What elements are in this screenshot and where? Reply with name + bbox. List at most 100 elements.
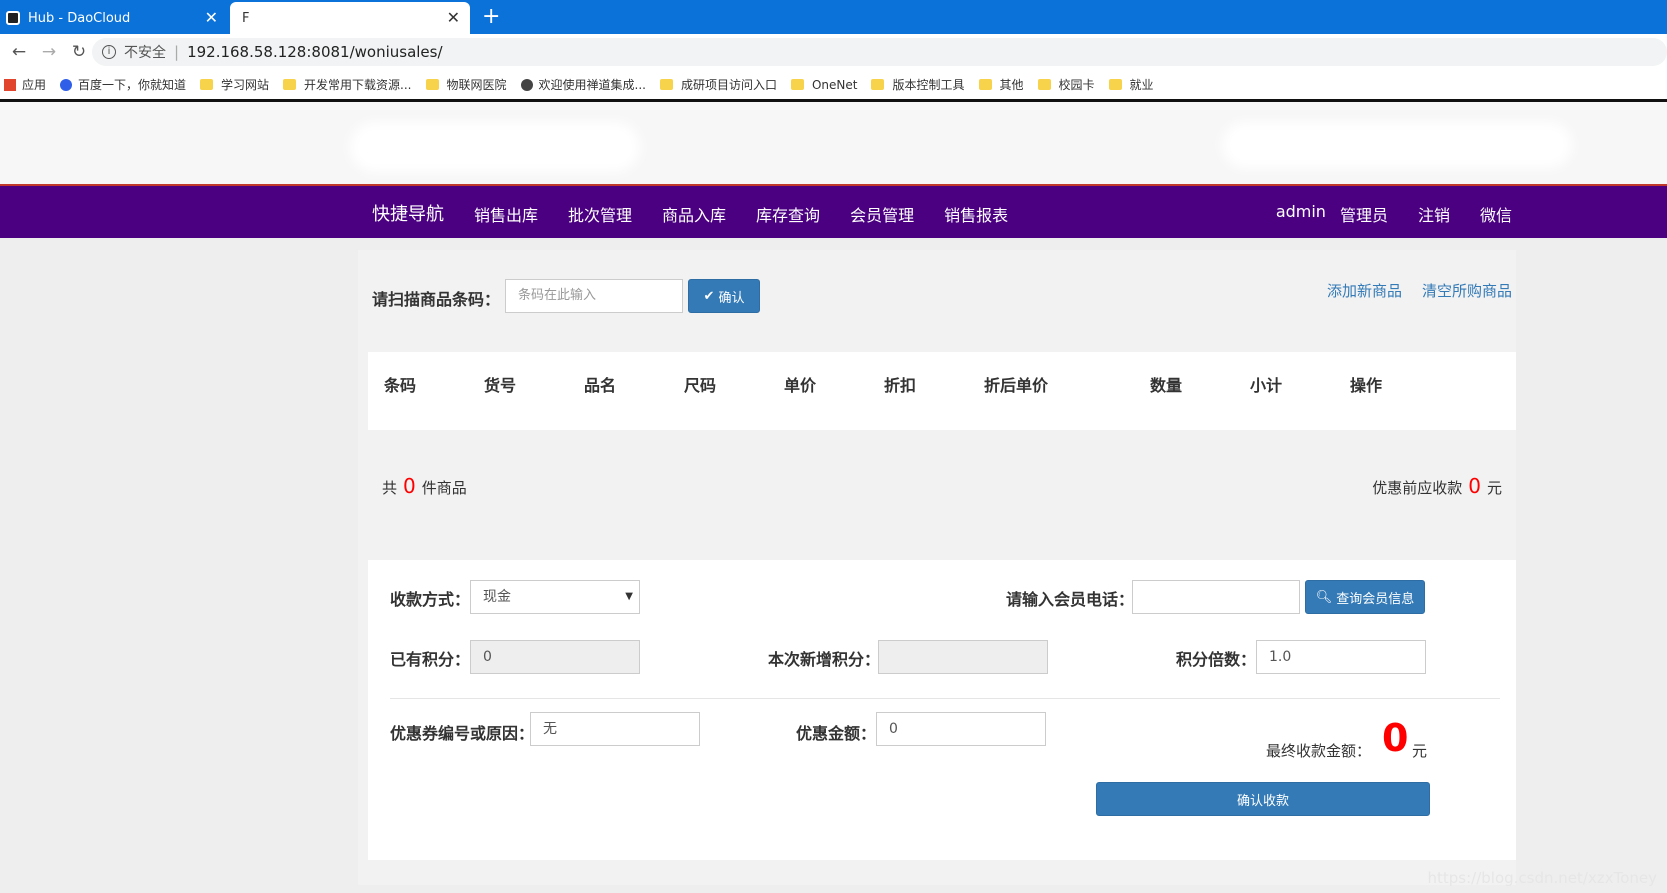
logout-link[interactable]: 注销 (1418, 202, 1450, 226)
wechat-link[interactable]: 微信 (1480, 202, 1512, 226)
barcode-input[interactable]: 条码在此输入 (505, 279, 683, 313)
final-amount-value: 0 (1382, 716, 1409, 760)
column-header: 单价 (784, 376, 817, 395)
bookmark-folder[interactable]: 学习网站 (200, 76, 269, 93)
confirm-barcode-button[interactable]: ✔ 确认 (688, 279, 760, 313)
address-bar: ← → ↻ i 不安全 | 192.168.58.128:8081/wonius… (0, 34, 1667, 70)
scan-label: 请扫描商品条码： (372, 290, 501, 309)
coupon-input[interactable]: 无 (530, 712, 700, 746)
info-icon[interactable]: i (102, 45, 116, 59)
discount-input[interactable]: 0 (876, 712, 1046, 746)
nav-brand[interactable]: 快捷导航 (372, 200, 444, 226)
bookmark-label: 欢迎使用禅道集成... (538, 78, 646, 92)
bookmark-folder[interactable]: 成研项目访问入口 (659, 76, 777, 93)
button-label: 查询会员信息 (1336, 591, 1415, 607)
add-product-link[interactable]: 添加新商品 (1327, 280, 1402, 301)
bookmark-folder[interactable]: OneNet (790, 77, 858, 92)
bookmark-label: OneNet (811, 77, 858, 92)
currency-unit: 元 (1486, 479, 1502, 497)
nav-item-stock-in[interactable]: 商品入库 (662, 202, 726, 226)
button-label: 确认 (718, 290, 745, 306)
bookmark-label: 开发常用下载资源... (304, 78, 412, 92)
folder-icon (978, 79, 992, 90)
existing-points-label: 已有积分： (390, 650, 471, 669)
check-icon: ✔ (703, 288, 715, 304)
close-tab-icon[interactable]: ✕ (205, 8, 218, 27)
bookmark-folder[interactable]: 其他 (978, 76, 1024, 93)
close-tab-icon[interactable]: ✕ (447, 8, 460, 27)
main-nav: 快捷导航 销售出库 批次管理 商品入库 库存查询 会员管理 销售报表 admin… (0, 186, 1667, 238)
folder-icon (790, 79, 804, 90)
member-phone-label: 请输入会员电话： (1006, 590, 1135, 609)
nav-right: admin 管理员 注销 微信 (1276, 202, 1512, 226)
back-icon[interactable]: ← (8, 42, 30, 62)
bookmark-folder[interactable]: 开发常用下载资源... (283, 76, 412, 93)
item-count: 共 0 件商品 (382, 474, 467, 498)
sales-panel: 请扫描商品条码： 条码在此输入 ✔ 确认 添加新商品 清空所购商品 条码 货号 … (358, 250, 1516, 885)
new-points-label: 本次新增积分： (768, 650, 881, 669)
points-multiplier-label: 积分倍数： (1176, 650, 1257, 669)
payment-method-select[interactable]: 现金 ▼ (470, 580, 640, 614)
divider (390, 698, 1500, 699)
bookmark-folder[interactable]: 校园卡 (1037, 76, 1095, 93)
query-member-button[interactable]: 🔍︎ 查询会员信息 (1305, 580, 1425, 614)
column-header: 折后单价 (984, 376, 1049, 395)
nav-item-inventory[interactable]: 库存查询 (756, 202, 820, 226)
browser-tab-daocloud[interactable]: Hub - DaoCloud ✕ (0, 2, 228, 34)
bookmark-label: 其他 (999, 78, 1024, 92)
daocloud-favicon-icon (6, 11, 20, 25)
pre-discount-value: 0 (1468, 474, 1481, 498)
url-field[interactable]: i 不安全 | 192.168.58.128:8081/woniusales/ (92, 38, 1667, 66)
bookmark-apps[interactable]: 应用 (4, 76, 46, 93)
blurred-banner (1222, 122, 1572, 168)
bookmark-folder[interactable]: 物联网医院 (425, 76, 507, 93)
count-prefix: 共 (382, 479, 398, 497)
forward-icon[interactable]: → (38, 42, 60, 62)
folder-icon (283, 79, 297, 90)
new-tab-icon[interactable]: + (482, 4, 500, 29)
bookmark-folder[interactable]: 就业 (1108, 76, 1154, 93)
bookmarks-bar: 应用 百度一下，你就知道 学习网站 开发常用下载资源... 物联网医院 欢迎使用… (0, 70, 1667, 102)
browser-tab-bar: Hub - DaoCloud ✕ F ✕ + (0, 0, 1667, 34)
user-role: 管理员 (1339, 206, 1388, 225)
bookmark-label: 成研项目访问入口 (680, 78, 777, 92)
column-header: 数量 (1150, 376, 1183, 395)
bookmark-label: 就业 (1129, 78, 1154, 92)
tab-title: F (242, 10, 250, 26)
clear-cart-link[interactable]: 清空所购商品 (1422, 280, 1512, 301)
watermark: https://blog.csdn.net/xzxToney (1427, 869, 1657, 887)
nav-item-reports[interactable]: 销售报表 (944, 202, 1008, 226)
reload-icon[interactable]: ↻ (68, 42, 90, 62)
points-multiplier-input[interactable]: 1.0 (1256, 640, 1426, 674)
nav-item-sales-out[interactable]: 销售出库 (474, 202, 538, 226)
folder-icon (200, 79, 214, 90)
bookmark-folder[interactable]: 版本控制工具 (871, 76, 965, 93)
separator: | (174, 43, 180, 61)
nav-item-batch[interactable]: 批次管理 (568, 202, 632, 226)
member-phone-input[interactable] (1132, 580, 1300, 614)
browser-tab-active[interactable]: F ✕ (230, 2, 470, 34)
discount-label: 优惠金额： (796, 724, 877, 743)
bookmark-label: 学习网站 (221, 78, 270, 92)
column-header: 品名 (584, 376, 617, 395)
bookmark-baidu[interactable]: 百度一下，你就知道 (60, 76, 186, 93)
folder-icon (871, 79, 885, 90)
confirm-payment-button[interactable]: 确认收款 (1096, 782, 1430, 816)
folder-icon (1108, 79, 1122, 90)
pre-discount-total: 优惠前应收款 0 元 (1372, 474, 1502, 498)
payment-method-label: 收款方式： (390, 590, 471, 609)
final-amount-label: 最终收款金额： (1266, 742, 1372, 760)
folder-icon (659, 79, 673, 90)
bookmark-label: 应用 (22, 78, 47, 92)
column-header: 尺码 (684, 376, 717, 395)
apps-grid-icon (4, 78, 16, 91)
pre-discount-label: 优惠前应收款 (1372, 479, 1463, 497)
column-header: 条码 (384, 376, 417, 395)
bookmark-zentao[interactable]: 欢迎使用禅道集成... (520, 76, 646, 93)
security-label: 不安全 (124, 45, 166, 61)
nav-links: 销售出库 批次管理 商品入库 库存查询 会员管理 销售报表 (474, 202, 1008, 226)
nav-item-members[interactable]: 会员管理 (850, 202, 914, 226)
search-icon: 🔍︎ (1315, 589, 1333, 605)
blurred-logo (350, 122, 640, 172)
bookmark-label: 百度一下，你就知道 (78, 78, 187, 92)
